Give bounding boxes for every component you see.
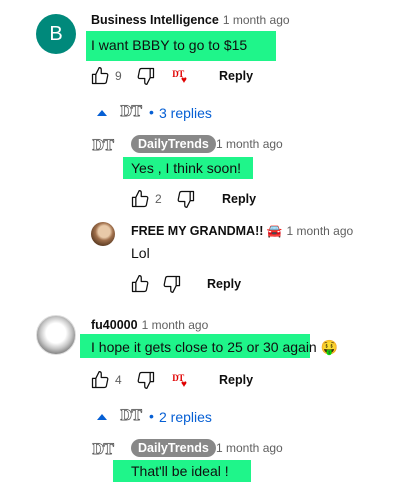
comment-text: Yes , I think soon! [131,160,241,176]
chevron-up-icon[interactable] [97,110,107,116]
avatar[interactable] [91,222,115,246]
dislike-icon[interactable] [162,274,182,294]
chevron-up-icon[interactable] [97,414,107,420]
creator-name-chip[interactable]: DailyTrends [131,439,216,457]
comment-timestamp[interactable]: 1 month ago [216,137,283,151]
like-count: 4 [115,373,122,387]
avatar[interactable]: B [36,14,76,54]
avatar-letter: B [49,22,63,45]
heart-icon: ♥ [181,75,187,86]
comment-text: That'll be ideal ! [131,463,229,479]
comment-timestamp[interactable]: 1 month ago [142,318,209,332]
comment-timestamp[interactable]: 1 month ago [216,441,283,455]
dislike-icon[interactable] [136,66,156,86]
comment-author[interactable]: fu40000 [91,318,138,332]
comment-timestamp[interactable]: 1 month ago [286,224,353,238]
creator-avatar-icon: DT [120,103,142,120]
like-count: 9 [115,69,122,83]
avatar[interactable]: DT [90,134,116,158]
comment-author[interactable]: Business Intelligence [91,13,219,27]
comment-text: Lol [131,245,150,261]
creator-name-chip[interactable]: DailyTrends [131,135,216,153]
like-icon[interactable] [130,189,150,209]
comment-author[interactable]: FREE MY GRANDMA!! [131,224,263,238]
like-icon[interactable] [90,370,110,390]
car-emoji-icon: 🚘 [266,224,283,238]
like-icon[interactable] [130,274,150,294]
comment-timestamp[interactable]: 1 month ago [223,13,290,27]
reply-button[interactable]: Reply [219,69,253,83]
reply-button[interactable]: Reply [207,277,241,291]
like-count: 2 [155,192,162,206]
view-replies-link[interactable]: 2 replies [159,409,212,425]
creator-avatar-icon: DT [120,407,142,424]
comment-text: I hope it gets close to 25 or 30 again [91,339,317,355]
reply-button[interactable]: Reply [222,192,256,206]
avatar[interactable] [36,315,76,355]
reply-button[interactable]: Reply [219,373,253,387]
avatar[interactable]: DT [90,438,116,462]
money-face-emoji-icon: 🤑 [320,339,339,355]
heart-icon: ♥ [181,379,187,390]
dislike-icon[interactable] [176,189,196,209]
dislike-icon[interactable] [136,370,156,390]
separator-dot: • [149,104,154,120]
like-icon[interactable] [90,66,110,86]
view-replies-link[interactable]: 3 replies [159,105,212,121]
comment-text: I want BBBY to go to $15 [91,37,248,53]
separator-dot: • [149,408,154,424]
